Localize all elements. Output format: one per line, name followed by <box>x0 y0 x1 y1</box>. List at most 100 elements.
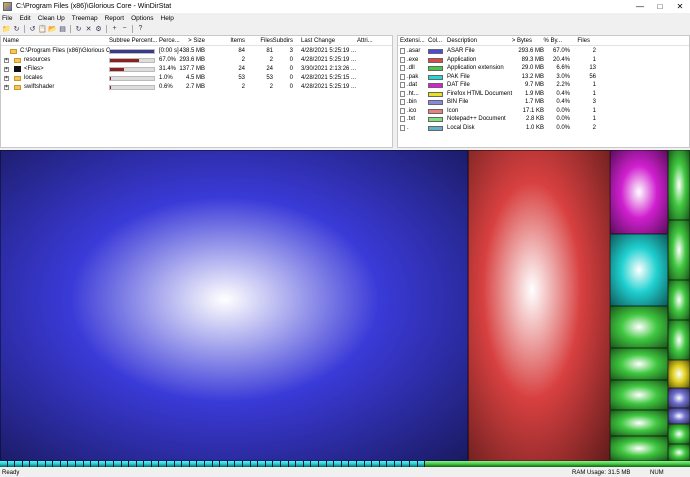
treemap-tile-dll-strip[interactable] <box>425 461 690 467</box>
treemap-tile-pak-small[interactable] <box>37 461 46 467</box>
refresh-all-icon[interactable]: ↺ <box>28 24 37 33</box>
zoom-out-icon[interactable]: − <box>120 24 129 33</box>
treemap-tile-asar[interactable] <box>0 150 468 461</box>
treemap-tile-pak-small[interactable] <box>60 461 69 467</box>
treemap-tile-pak-small[interactable] <box>288 461 297 467</box>
open-folder-icon[interactable]: 📁 <box>2 24 11 33</box>
treemap-tile-html[interactable] <box>668 360 690 388</box>
treemap-tile-pak-small[interactable] <box>220 461 228 467</box>
properties-icon[interactable]: ⚙ <box>94 24 103 33</box>
treemap-tile-dll[interactable] <box>668 424 690 444</box>
open-explorer-icon[interactable]: 📂 <box>48 24 57 33</box>
tree-column-header[interactable]: Attri... <box>357 38 373 44</box>
menu-report[interactable]: Report <box>105 15 125 22</box>
menu-file[interactable]: File <box>2 15 12 22</box>
treemap-tile-pak-small[interactable] <box>151 461 160 467</box>
delete-icon[interactable]: ✕ <box>84 24 93 33</box>
open-prompt-icon[interactable]: ▤ <box>58 24 67 33</box>
minimize-icon[interactable]: — <box>630 0 650 13</box>
treemap-tile-dll[interactable] <box>668 444 690 461</box>
extension-row[interactable]: .bin BIN File 1.7 MB 0.4% 3 <box>398 98 689 107</box>
treemap-tile-pak-small[interactable] <box>83 461 92 467</box>
treemap-tile-pak-small[interactable] <box>167 461 175 467</box>
extension-row[interactable]: .dll Application extension 29.0 MB 6.6% 13 <box>398 64 689 73</box>
treemap-tile-pak-small[interactable] <box>182 461 190 467</box>
extension-column-header[interactable]: Description <box>447 38 477 44</box>
extension-row[interactable]: .asar ASAR File 293.6 MB 67.0% 2 <box>398 47 689 56</box>
treemap-tile-pak-small[interactable] <box>280 461 289 467</box>
treemap-tile-pak-small[interactable] <box>144 461 152 467</box>
treemap-tile-pak-small[interactable] <box>212 461 221 467</box>
treemap-tile-pak-small[interactable] <box>136 461 145 467</box>
treemap-tile-pak-small[interactable] <box>372 461 380 467</box>
expand-icon[interactable]: + <box>4 85 9 90</box>
zoom-in-icon[interactable]: + <box>110 24 119 33</box>
treemap-tile-pak-small[interactable] <box>68 461 76 467</box>
treemap-tile-pak-small[interactable] <box>250 461 259 467</box>
treemap-tile-pak-small[interactable] <box>273 461 281 467</box>
treemap-tile-pak-small[interactable] <box>98 461 107 467</box>
treemap-tile-pak-small[interactable] <box>410 461 418 467</box>
treemap-tile-pak-small[interactable] <box>106 461 114 467</box>
treemap-tile-pak-small[interactable] <box>30 461 38 467</box>
treemap-tile-dat[interactable] <box>610 150 668 234</box>
tree-column-header[interactable]: Subdirs <box>263 38 293 44</box>
menu-clean-up[interactable]: Clean Up <box>38 15 65 22</box>
treemap-tile-pak-small[interactable] <box>296 461 304 467</box>
treemap-tile-pak-small[interactable] <box>379 461 388 467</box>
expand-icon[interactable]: + <box>4 76 9 81</box>
treemap-tile-dll[interactable] <box>610 410 668 436</box>
menu-help[interactable]: Help <box>161 15 174 22</box>
treemap-tile-pak-small[interactable] <box>129 461 137 467</box>
tree-column-header[interactable]: Items <box>215 38 245 44</box>
treemap-tile-pak-small[interactable] <box>159 461 168 467</box>
extension-row[interactable]: .dat DAT File 9.7 MB 2.2% 1 <box>398 81 689 90</box>
treemap-view[interactable] <box>0 150 690 461</box>
treemap-tile-dll[interactable] <box>610 436 668 461</box>
tree-row[interactable]: + <Files> 31.4% 137.7 MB 24 24 0 3/30/2021 2:13… <box>1 65 392 74</box>
extension-column-header[interactable]: Extensi... <box>400 38 425 44</box>
treemap-tile-pak-small[interactable] <box>197 461 206 467</box>
extension-column-header[interactable]: % By... <box>540 38 562 44</box>
treemap-tile-pak-small[interactable] <box>45 461 54 467</box>
treemap-tile-pak-small[interactable] <box>227 461 236 467</box>
treemap-tile-pak-small[interactable] <box>394 461 403 467</box>
treemap-tile-pak-small[interactable] <box>326 461 335 467</box>
treemap-tile-pak-small[interactable] <box>318 461 327 467</box>
treemap-tile-pak-small[interactable] <box>334 461 342 467</box>
treemap-tile-dll[interactable] <box>668 320 690 360</box>
treemap-tile-pak-small[interactable] <box>235 461 243 467</box>
extension-row[interactable]: .txt Notepad++ Document 2.8 KB 0.0% 1 <box>398 115 689 124</box>
extension-row[interactable]: .pak PAK File 13.2 MB 3.0% 56 <box>398 73 689 82</box>
treemap-tile-bin[interactable] <box>668 408 690 424</box>
refresh-icon[interactable]: ↻ <box>12 24 21 33</box>
tree-column-header[interactable]: Last Change <box>301 38 335 44</box>
treemap-tile-dll[interactable] <box>610 348 668 380</box>
treemap-tile-pak-small[interactable] <box>364 461 373 467</box>
close-icon[interactable]: ✕ <box>670 0 690 13</box>
menu-edit[interactable]: Edit <box>19 15 30 22</box>
treemap-tile-dll[interactable] <box>668 150 690 220</box>
tree-column-header[interactable]: Subtree Percent... <box>109 38 157 44</box>
expand-icon[interactable]: + <box>4 67 9 72</box>
treemap-tile-bin[interactable] <box>668 388 690 408</box>
treemap-tile-dll[interactable] <box>610 380 668 410</box>
tree-row[interactable]: + resources 67.0% 293.6 MB 2 2 0 4/28/2021 5:25… <box>1 56 392 65</box>
copy-path-icon[interactable]: 📋 <box>38 24 47 33</box>
treemap-tile-pak-small[interactable] <box>113 461 122 467</box>
treemap-tile-pak-small[interactable] <box>205 461 213 467</box>
treemap-tile-pak-small[interactable] <box>402 461 411 467</box>
refresh-selected-icon[interactable]: ↻ <box>74 24 83 33</box>
treemap-tile-pak-small[interactable] <box>311 461 319 467</box>
treemap-tile-dll[interactable] <box>668 280 690 320</box>
treemap-tile-pak-small[interactable] <box>7 461 16 467</box>
extension-row[interactable]: .ht... Firefox HTML Document 1.9 MB 0.4% 1 <box>398 90 689 99</box>
treemap-tile-pak-small[interactable] <box>22 461 31 467</box>
extension-column-header[interactable]: > Bytes <box>510 38 532 44</box>
tree-row[interactable]: C:\Program Files (x86)\Glorious C... [0:0… <box>1 47 392 56</box>
treemap-tile-exe[interactable] <box>468 150 610 461</box>
treemap-tile-pak-small[interactable] <box>174 461 183 467</box>
treemap-tile-dll[interactable] <box>668 220 690 280</box>
treemap-tile-pak-small[interactable] <box>0 461 8 467</box>
extension-column-header[interactable]: Files <box>568 38 590 44</box>
